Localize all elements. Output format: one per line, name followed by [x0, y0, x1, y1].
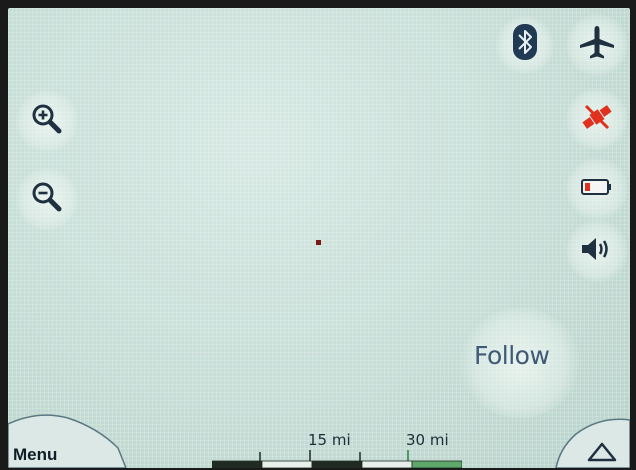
current-location-marker — [316, 240, 321, 245]
bluetooth-button[interactable] — [506, 22, 544, 66]
scale-segment — [411, 460, 462, 468]
map-view[interactable]: Follow Menu 15 mi 30 mi — [8, 8, 630, 468]
battery-low-icon — [581, 177, 613, 201]
scale-segment — [212, 460, 263, 468]
zoom-in-button[interactable] — [22, 96, 72, 146]
gps-status-button[interactable] — [572, 94, 622, 144]
volume-button[interactable] — [572, 226, 622, 276]
bluetooth-icon — [512, 23, 538, 65]
scale-segment — [311, 460, 363, 468]
volume-icon — [579, 234, 615, 268]
follow-button[interactable]: Follow — [474, 341, 550, 370]
menu-button[interactable]: Menu — [13, 445, 57, 465]
scale-segment — [261, 460, 313, 468]
zoom-in-icon — [30, 102, 64, 140]
battery-button[interactable] — [572, 164, 622, 214]
airplane-icon — [577, 23, 617, 67]
zoom-out-icon — [30, 180, 64, 218]
gps-off-icon — [580, 100, 614, 138]
scale-segment — [361, 460, 413, 468]
up-arrow-icon — [584, 442, 620, 468]
scale-bar: 15 mi 30 mi — [212, 431, 462, 468]
airplane-button[interactable] — [572, 20, 622, 70]
expand-button[interactable] — [584, 440, 620, 466]
zoom-out-button[interactable] — [22, 174, 72, 224]
